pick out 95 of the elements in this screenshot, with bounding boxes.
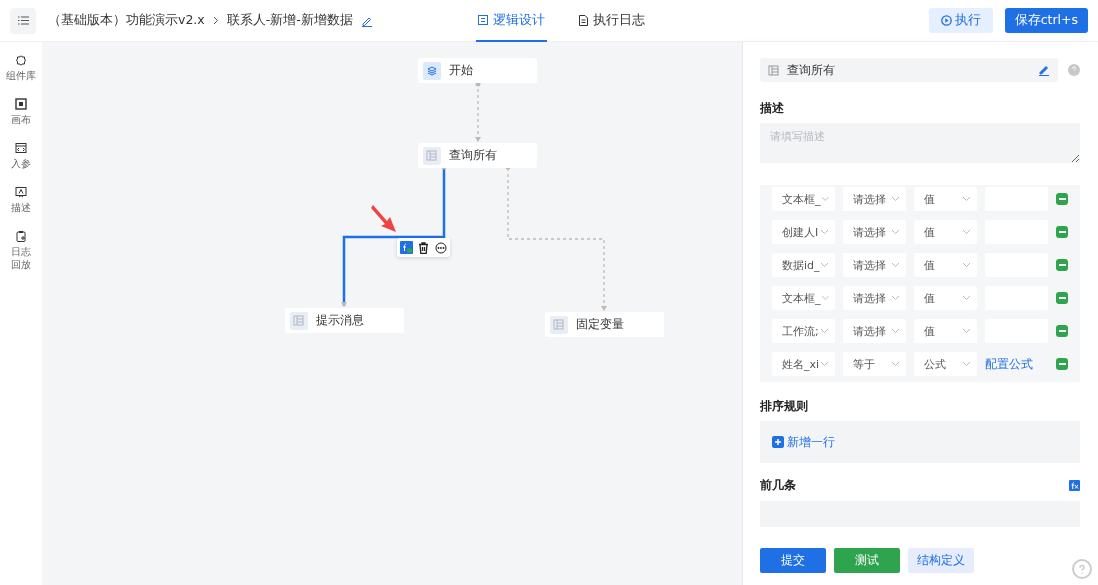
remove-row-button[interactable]: [1056, 259, 1068, 271]
square-icon: [14, 98, 27, 110]
minus-icon: [1058, 330, 1066, 332]
field-select[interactable]: 文本框_: [772, 187, 835, 211]
chevron-down-icon: [891, 229, 900, 235]
play-icon: [940, 15, 952, 26]
menu-button[interactable]: [10, 7, 36, 34]
flow-node[interactable]: 提示消息: [284, 308, 404, 333]
minus-icon: [1058, 231, 1066, 233]
table-icon: [553, 319, 565, 330]
formula-icon[interactable]: [1069, 480, 1080, 491]
chevron-down-icon: [962, 262, 971, 268]
sidebar-item[interactable]: 画布: [1, 98, 40, 126]
arrow-icon: [370, 203, 397, 233]
breadcrumb-link[interactable]: （基础版本）功能演示v2.x: [48, 12, 205, 29]
remove-row-button[interactable]: [1056, 292, 1068, 304]
breadcrumb-current: 联系人-新增-新增数据: [226, 12, 353, 29]
value-type-select[interactable]: 值: [914, 187, 977, 211]
chevron-down-icon: [962, 361, 971, 367]
remove-row-button[interactable]: [1056, 358, 1068, 370]
field-select[interactable]: 文本框_: [772, 286, 835, 310]
field-select[interactable]: 工作流;: [772, 319, 835, 343]
layers-icon: [426, 65, 437, 76]
chevron-down-icon: [891, 262, 900, 268]
chevron-down-icon: [820, 328, 829, 334]
code-icon: [14, 142, 27, 154]
operator-select[interactable]: 请选择: [843, 319, 906, 343]
remove-row-button[interactable]: [1056, 193, 1068, 205]
chevron-down-icon: [820, 295, 829, 301]
chevron-down-icon: [962, 196, 971, 202]
sidebar-item[interactable]: 组件库: [1, 54, 40, 82]
flow-node[interactable]: 开始: [417, 58, 537, 83]
add-row-button[interactable]: 新增一行: [772, 433, 835, 451]
chevron-down-icon: [891, 328, 900, 334]
layout-icon: [478, 15, 488, 25]
help-icon: [1077, 564, 1087, 574]
chevron-down-icon: [962, 295, 971, 301]
field-select[interactable]: 数据id_: [772, 253, 835, 277]
minus-icon: [1058, 198, 1066, 200]
chevron-down-icon: [891, 361, 900, 367]
chevron-down-icon: [820, 229, 829, 235]
value-type-select[interactable]: 值: [914, 286, 977, 310]
description-label: 描述: [760, 100, 785, 117]
chevron-right-icon: [212, 15, 219, 25]
text-icon: [14, 186, 27, 198]
operator-select[interactable]: 请选择: [843, 220, 906, 244]
sort-label: 排序规则: [760, 398, 809, 415]
table-icon: [293, 315, 305, 326]
configure-formula-link[interactable]: 配置公式: [985, 356, 1048, 372]
value-type-select[interactable]: 值: [914, 319, 977, 343]
value-type-select[interactable]: 值: [914, 253, 977, 277]
flow-node[interactable]: 固定变量: [544, 312, 664, 337]
plus-icon: [772, 436, 784, 448]
chevron-down-icon: [891, 196, 900, 202]
operator-select[interactable]: 请选择: [843, 286, 906, 310]
node-name-field[interactable]: 查询所有: [760, 58, 1058, 82]
field-select[interactable]: 创建人I: [772, 220, 835, 244]
remove-row-button[interactable]: [1056, 226, 1068, 238]
help-icon[interactable]: [1068, 64, 1080, 76]
list-icon: [17, 16, 29, 25]
minus-icon: [1058, 264, 1066, 266]
value-type-select[interactable]: 值: [914, 220, 977, 244]
chevron-down-icon: [962, 229, 971, 235]
chevron-down-icon: [891, 295, 900, 301]
formula-icon[interactable]: [399, 241, 413, 254]
chevron-down-icon: [820, 196, 829, 202]
chevron-down-icon: [820, 262, 829, 268]
operator-select[interactable]: 等于: [843, 352, 906, 376]
trash-icon[interactable]: [418, 241, 430, 254]
minus-icon: [1058, 297, 1066, 299]
table-icon: [768, 64, 779, 76]
more-icon[interactable]: [434, 241, 447, 254]
sidebar-item[interactable]: 入参: [1, 142, 40, 170]
sidebar-item[interactable]: 描述: [1, 186, 40, 214]
tab[interactable]: 执行日志: [577, 0, 647, 42]
chevron-down-icon: [962, 328, 971, 334]
save-button[interactable]: 保存ctrl+s: [1004, 8, 1088, 33]
table-icon: [426, 150, 438, 161]
sidebar-item[interactable]: 日志回放: [1, 230, 40, 271]
help-button[interactable]: [1072, 559, 1092, 579]
value-type-select[interactable]: 公式: [914, 352, 977, 376]
limit-label: 前几条: [760, 477, 796, 494]
remove-row-button[interactable]: [1056, 325, 1068, 337]
chevron-down-icon: [820, 361, 829, 367]
flow-node[interactable]: 查询所有: [417, 143, 537, 168]
minus-icon: [1058, 363, 1066, 365]
operator-select[interactable]: 请选择: [843, 187, 906, 211]
schema-button[interactable]: 结构定义: [908, 547, 974, 573]
run-button[interactable]: 执行: [928, 8, 993, 33]
operator-select[interactable]: 请选择: [843, 253, 906, 277]
document-icon: [579, 14, 588, 26]
submit-button[interactable]: 提交: [760, 547, 826, 573]
edit-icon[interactable]: [1038, 64, 1050, 76]
field-select[interactable]: 姓名_xi: [772, 352, 835, 376]
clipboard-icon: [14, 230, 27, 242]
